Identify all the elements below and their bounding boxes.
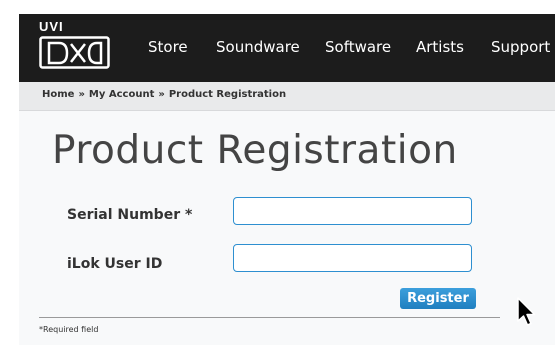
- required-field-note: *Required field: [39, 325, 99, 334]
- breadcrumb-home[interactable]: Home: [42, 89, 74, 100]
- serial-number-field[interactable]: [233, 197, 472, 225]
- breadcrumb-my-account[interactable]: My Account: [89, 89, 154, 100]
- nav-item-support[interactable]: Support: [491, 38, 550, 56]
- logo-text: UVI: [39, 19, 64, 34]
- nav-item-store[interactable]: Store: [148, 38, 188, 56]
- page: UVI Store Soundware Software Artists Sup…: [19, 14, 555, 345]
- breadcrumb-bar: Home» My Account» Product Registration: [19, 82, 555, 111]
- nav-item-soundware[interactable]: Soundware: [216, 38, 300, 56]
- serial-number-label: Serial Number *: [67, 207, 193, 223]
- nav-item-artists[interactable]: Artists: [416, 38, 464, 56]
- uvi-logo[interactable]: UVI: [39, 19, 111, 73]
- breadcrumb-current: Product Registration: [168, 89, 287, 100]
- logo-mark-icon: [39, 36, 110, 69]
- mouse-pointer-icon: [517, 297, 536, 326]
- nav-item-software[interactable]: Software: [325, 38, 391, 56]
- breadcrumb-separator: »: [158, 89, 165, 100]
- page-title: Product Registration: [52, 128, 458, 173]
- breadcrumb: Home» My Account» Product Registration: [42, 89, 286, 100]
- ilok-user-id-label: iLok User ID: [67, 256, 163, 272]
- top-navigation-bar: UVI Store Soundware Software Artists Sup…: [19, 14, 555, 82]
- breadcrumb-separator: »: [78, 89, 85, 100]
- ilok-user-id-field[interactable]: [233, 244, 472, 272]
- divider: [39, 317, 500, 318]
- register-button[interactable]: Register: [400, 288, 476, 309]
